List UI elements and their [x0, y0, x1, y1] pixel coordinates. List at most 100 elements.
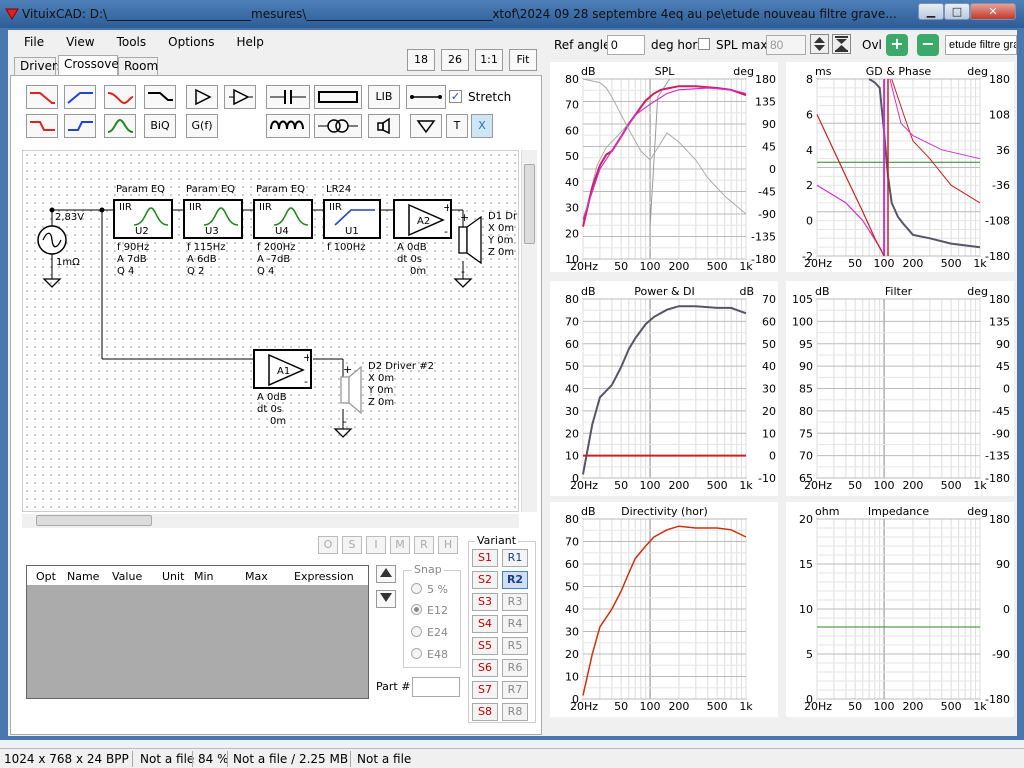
- directivity-y-tick: 70: [565, 536, 579, 549]
- power-x-tick: 20Hz: [570, 479, 598, 492]
- filter-y-tick: 90: [799, 360, 813, 373]
- impedance-y2-tick: 0: [1003, 603, 1010, 616]
- power-y2-tick: 40: [762, 360, 776, 373]
- filter-y2-tick: 135: [989, 315, 1010, 328]
- impedance-right-unit: deg: [967, 505, 988, 518]
- filter-x-tick: 1k: [973, 479, 987, 492]
- filter-y-tick: 100: [792, 315, 813, 328]
- impedance-x-tick: 20Hz: [804, 700, 832, 713]
- gd-y-tick: 4: [806, 144, 813, 157]
- directivity-x-tick: 50: [614, 700, 628, 713]
- spl-y-tick: 50: [565, 150, 579, 163]
- directivity-x-tick: 500: [707, 700, 728, 713]
- gd-y2-tick: -108: [985, 215, 1010, 228]
- impedance-x-tick: 200: [902, 700, 923, 713]
- power-title: Power & DI: [634, 285, 695, 298]
- impedance-y-tick: 20: [799, 513, 813, 526]
- spl-y-tick: 70: [565, 99, 579, 112]
- gd-y2-tick: -36: [992, 179, 1010, 192]
- power-x-tick: 100: [640, 479, 661, 492]
- gd-y-tick: 2: [806, 179, 813, 192]
- spl-chart[interactable]: [582, 78, 747, 260]
- power-y2-tick: 0: [769, 450, 776, 463]
- impedance-y2-tick: 180: [989, 513, 1010, 526]
- power-y-tick: 70: [565, 315, 579, 328]
- spl-x-tick: 50: [614, 260, 628, 273]
- filter-y2-tick: 45: [996, 360, 1010, 373]
- power-x-tick: 500: [707, 479, 728, 492]
- power-x-tick: 1k: [739, 479, 753, 492]
- directivity-y-tick: 10: [565, 671, 579, 684]
- spl-x-tick: 100: [640, 260, 661, 273]
- directivity-title: Directivity (hor): [621, 505, 708, 518]
- spl-y-tick: 80: [565, 73, 579, 86]
- spl-left-unit: dB: [581, 65, 596, 78]
- impedance-left-unit: ohm: [815, 505, 839, 518]
- filter-y2-tick: -180: [985, 472, 1010, 485]
- spl-y2-tick: 180: [755, 73, 776, 86]
- power-right-unit: dB: [739, 285, 754, 298]
- impedance-x-tick: 500: [941, 700, 962, 713]
- impedance-y2-tick: -180: [985, 693, 1010, 706]
- gd-chart[interactable]: [816, 78, 981, 257]
- spl-y-tick: 20: [565, 227, 579, 240]
- gd-x-tick: 500: [941, 257, 962, 270]
- directivity-y-tick: 30: [565, 626, 579, 639]
- spl-y2-tick: -90: [758, 208, 776, 221]
- directivity-y-tick: 50: [565, 581, 579, 594]
- filter-y-tick: 105: [792, 293, 813, 306]
- directivity-chart[interactable]: [582, 518, 747, 700]
- filter-y-tick: 70: [799, 450, 813, 463]
- power-y-tick: 50: [565, 360, 579, 373]
- impedance-y-tick: 5: [806, 648, 813, 661]
- gd-title: GD & Phase: [866, 65, 932, 78]
- impedance-y-tick: 15: [799, 558, 813, 571]
- power-y2-tick: -10: [758, 472, 776, 485]
- power-y-tick: 40: [565, 383, 579, 396]
- directivity-x-tick: 200: [668, 700, 689, 713]
- power-y2-tick: 20: [762, 405, 776, 418]
- power-y2-tick: 10: [762, 427, 776, 440]
- spl-right-unit: deg: [733, 65, 754, 78]
- directivity-x-tick: 100: [640, 700, 661, 713]
- status-zoom: 84 %: [198, 752, 229, 766]
- filter-chart[interactable]: [816, 298, 981, 479]
- impedance-y2-tick: -90: [992, 648, 1010, 661]
- status-file1: Not a file: [140, 752, 195, 766]
- power-y-tick: 60: [565, 338, 579, 351]
- directivity-y-tick: 40: [565, 603, 579, 616]
- spl-title: SPL: [655, 65, 676, 78]
- impedance-y2-tick: 90: [996, 558, 1010, 571]
- filter-y2-tick: 0: [1003, 383, 1010, 396]
- impedance-x-tick: 100: [874, 700, 895, 713]
- filter-y-tick: 75: [799, 427, 813, 440]
- spl-y2-tick: -45: [758, 186, 776, 199]
- filter-x-tick: 20Hz: [804, 479, 832, 492]
- spl-x-tick: 1k: [739, 260, 753, 273]
- power-y2-tick: 50: [762, 338, 776, 351]
- filter-x-tick: 100: [874, 479, 895, 492]
- gd-y2-tick: -180: [985, 250, 1010, 263]
- directivity-x-tick: 20Hz: [570, 700, 598, 713]
- filter-left-unit: dB: [815, 285, 830, 298]
- power-y-tick: 10: [565, 450, 579, 463]
- directivity-x-tick: 1k: [739, 700, 753, 713]
- directivity-y-tick: 80: [565, 513, 579, 526]
- spl-y2-tick: -135: [751, 231, 776, 244]
- status-bar: 1024 x 768 x 24 BPP Not a file 84 % Not …: [0, 748, 1024, 768]
- spl-y2-tick: 0: [769, 163, 776, 176]
- impedance-x-tick: 50: [848, 700, 862, 713]
- status-file3: Not a file: [357, 752, 412, 766]
- filter-y2-tick: -90: [992, 427, 1010, 440]
- filter-y-tick: 80: [799, 405, 813, 418]
- power-x-tick: 50: [614, 479, 628, 492]
- impedance-chart[interactable]: [816, 518, 981, 700]
- impedance-title: Impedance: [868, 505, 929, 518]
- directivity-y-tick: 20: [565, 648, 579, 661]
- filter-x-tick: 50: [848, 479, 862, 492]
- filter-y2-tick: -45: [992, 405, 1010, 418]
- impedance-x-tick: 1k: [973, 700, 987, 713]
- gd-y-tick: 6: [806, 108, 813, 121]
- power-chart[interactable]: [582, 298, 747, 479]
- gd-x-tick: 100: [874, 257, 895, 270]
